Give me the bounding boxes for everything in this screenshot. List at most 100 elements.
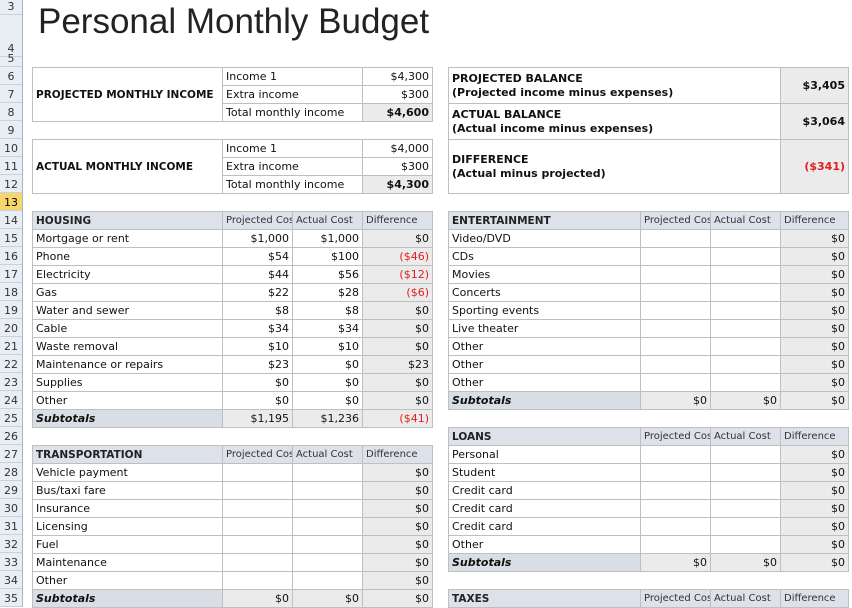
projected-cost-cell[interactable] bbox=[640, 499, 711, 518]
expense-label[interactable]: Water and sewer bbox=[32, 301, 223, 320]
projected-cost-cell[interactable] bbox=[640, 535, 711, 554]
income-value[interactable]: $300 bbox=[362, 85, 433, 104]
expense-label[interactable]: Video/DVD bbox=[448, 229, 641, 248]
projected-cost-cell[interactable] bbox=[640, 265, 711, 284]
projected-cost-cell[interactable] bbox=[640, 517, 711, 536]
income-value[interactable]: $4,000 bbox=[362, 139, 433, 158]
projected-cost-cell[interactable] bbox=[640, 301, 711, 320]
expense-label[interactable]: Licensing bbox=[32, 517, 223, 536]
row-header-20[interactable]: 20 bbox=[0, 319, 22, 337]
expense-label[interactable]: Movies bbox=[448, 265, 641, 284]
expense-label[interactable]: Other bbox=[448, 373, 641, 392]
row-header-25[interactable]: 25 bbox=[0, 409, 22, 427]
projected-cost-cell[interactable] bbox=[222, 481, 293, 500]
income-value[interactable]: $300 bbox=[362, 157, 433, 176]
row-header-7[interactable]: 7 bbox=[0, 85, 22, 103]
actual-cost-cell[interactable] bbox=[710, 499, 781, 518]
projected-cost-cell[interactable] bbox=[640, 481, 711, 500]
expense-label[interactable]: Maintenance bbox=[32, 553, 223, 572]
actual-cost-cell[interactable] bbox=[710, 283, 781, 302]
projected-cost-cell[interactable]: $22 bbox=[222, 283, 293, 302]
actual-cost-cell[interactable] bbox=[292, 535, 363, 554]
row-header-33[interactable]: 33 bbox=[0, 553, 22, 571]
actual-cost-cell[interactable]: $28 bbox=[292, 283, 363, 302]
expense-label[interactable]: Other bbox=[448, 337, 641, 356]
row-header-16[interactable]: 16 bbox=[0, 247, 22, 265]
row-header-14[interactable]: 14 bbox=[0, 211, 22, 229]
expense-label[interactable]: Phone bbox=[32, 247, 223, 266]
row-header-32[interactable]: 32 bbox=[0, 535, 22, 553]
actual-cost-cell[interactable] bbox=[292, 571, 363, 590]
expense-label[interactable]: Other bbox=[448, 355, 641, 374]
actual-cost-cell[interactable]: $34 bbox=[292, 319, 363, 338]
expense-label[interactable]: Fuel bbox=[32, 535, 223, 554]
actual-cost-cell[interactable] bbox=[710, 517, 781, 536]
actual-cost-cell[interactable] bbox=[710, 463, 781, 482]
actual-cost-cell[interactable] bbox=[292, 463, 363, 482]
projected-cost-cell[interactable] bbox=[640, 445, 711, 464]
row-header-5[interactable]: 5 bbox=[0, 52, 22, 67]
row-header-8[interactable]: 8 bbox=[0, 103, 22, 121]
row-header-11[interactable]: 11 bbox=[0, 157, 22, 175]
expense-label[interactable]: Cable bbox=[32, 319, 223, 338]
row-header-28[interactable]: 28 bbox=[0, 463, 22, 481]
row-header-6[interactable]: 6 bbox=[0, 67, 22, 85]
projected-cost-cell[interactable] bbox=[222, 535, 293, 554]
actual-cost-cell[interactable] bbox=[710, 319, 781, 338]
row-header-3[interactable]: 3 bbox=[0, 0, 22, 15]
projected-cost-cell[interactable] bbox=[640, 283, 711, 302]
row-header-12[interactable]: 12 bbox=[0, 175, 22, 193]
expense-label[interactable]: Student bbox=[448, 463, 641, 482]
row-header-10[interactable]: 10 bbox=[0, 139, 22, 157]
projected-cost-cell[interactable]: $0 bbox=[222, 391, 293, 410]
row-header-31[interactable]: 31 bbox=[0, 517, 22, 535]
projected-cost-cell[interactable] bbox=[222, 463, 293, 482]
projected-cost-cell[interactable]: $34 bbox=[222, 319, 293, 338]
row-header-9[interactable]: 9 bbox=[0, 121, 22, 139]
actual-cost-cell[interactable] bbox=[710, 301, 781, 320]
expense-label[interactable]: Concerts bbox=[448, 283, 641, 302]
actual-cost-cell[interactable] bbox=[710, 355, 781, 374]
actual-cost-cell[interactable] bbox=[710, 535, 781, 554]
row-header-30[interactable]: 30 bbox=[0, 499, 22, 517]
expense-label[interactable]: CDs bbox=[448, 247, 641, 266]
actual-cost-cell[interactable]: $8 bbox=[292, 301, 363, 320]
row-header-19[interactable]: 19 bbox=[0, 301, 22, 319]
expense-label[interactable]: Maintenance or repairs bbox=[32, 355, 223, 374]
projected-cost-cell[interactable] bbox=[222, 571, 293, 590]
row-header-27[interactable]: 27 bbox=[0, 445, 22, 463]
row-header-22[interactable]: 22 bbox=[0, 355, 22, 373]
projected-cost-cell[interactable]: $54 bbox=[222, 247, 293, 266]
row-header-34[interactable]: 34 bbox=[0, 571, 22, 589]
expense-label[interactable]: Credit card bbox=[448, 517, 641, 536]
actual-cost-cell[interactable] bbox=[710, 265, 781, 284]
row-header-24[interactable]: 24 bbox=[0, 391, 22, 409]
projected-cost-cell[interactable] bbox=[640, 229, 711, 248]
actual-cost-cell[interactable]: $10 bbox=[292, 337, 363, 356]
row-headers[interactable]: 3 4 5 6 7 8 9 10 11 12 13 14 15 16 17 18 19 20 21 22 23 24 25 2… bbox=[0, 0, 23, 607]
actual-cost-cell[interactable] bbox=[710, 229, 781, 248]
expense-label[interactable]: Supplies bbox=[32, 373, 223, 392]
row-header-21[interactable]: 21 bbox=[0, 337, 22, 355]
row-header-18[interactable]: 18 bbox=[0, 283, 22, 301]
row-header-29[interactable]: 29 bbox=[0, 481, 22, 499]
expense-label[interactable]: Insurance bbox=[32, 499, 223, 518]
actual-cost-cell[interactable] bbox=[292, 517, 363, 536]
expense-label[interactable]: Gas bbox=[32, 283, 223, 302]
expense-label[interactable]: Credit card bbox=[448, 481, 641, 500]
row-header-15[interactable]: 15 bbox=[0, 229, 22, 247]
expense-label[interactable]: Bus/taxi fare bbox=[32, 481, 223, 500]
projected-cost-cell[interactable]: $0 bbox=[222, 373, 293, 392]
expense-label[interactable]: Credit card bbox=[448, 499, 641, 518]
actual-cost-cell[interactable] bbox=[710, 481, 781, 500]
actual-cost-cell[interactable] bbox=[292, 499, 363, 518]
row-header-13[interactable]: 13 bbox=[0, 193, 22, 211]
expense-label[interactable]: Other bbox=[32, 391, 223, 410]
projected-cost-cell[interactable] bbox=[640, 319, 711, 338]
actual-cost-cell[interactable]: $0 bbox=[292, 355, 363, 374]
actual-cost-cell[interactable] bbox=[710, 337, 781, 356]
projected-cost-cell[interactable]: $10 bbox=[222, 337, 293, 356]
projected-cost-cell[interactable] bbox=[640, 337, 711, 356]
expense-label[interactable]: Waste removal bbox=[32, 337, 223, 356]
projected-cost-cell[interactable] bbox=[640, 463, 711, 482]
